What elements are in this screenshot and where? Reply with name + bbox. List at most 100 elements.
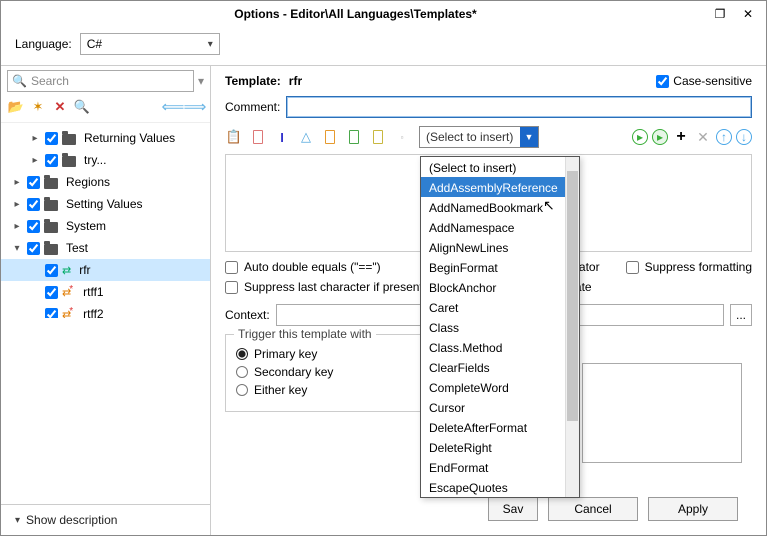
tree-folder[interactable]: ▸Setting Values <box>1 193 210 215</box>
nav-forward-icon[interactable]: ⟹ <box>186 98 204 116</box>
tree-folder[interactable]: ▸ try... <box>1 149 210 171</box>
dropdown-item[interactable]: EscapeQuotes <box>421 477 579 497</box>
find-icon[interactable]: 🔍 <box>73 98 91 116</box>
dropdown-item[interactable]: EndFormat <box>421 457 579 477</box>
tree-checkbox[interactable] <box>27 220 40 233</box>
maximize-button[interactable]: ❐ <box>708 5 732 23</box>
case-sensitive-label: Case-sensitive <box>673 74 752 88</box>
box-orange-icon[interactable] <box>321 128 339 146</box>
box-yellow-icon[interactable] <box>369 128 387 146</box>
insert-dropdown-popup[interactable]: (Select to insert)AddAssemblyReferenceAd… <box>420 156 580 498</box>
dropdown-item[interactable]: BlockAnchor <box>421 277 579 297</box>
dropdown-item[interactable]: AddAssemblyReference <box>421 177 579 197</box>
modified-star-icon: * <box>69 284 73 295</box>
trigger-primary-radio[interactable]: Primary key <box>236 347 414 361</box>
dropdown-item[interactable]: DeleteAfterFormat <box>421 417 579 437</box>
dropdown-item[interactable]: AlignNewLines <box>421 237 579 257</box>
dropdown-scrollbar[interactable] <box>565 157 579 497</box>
suppress-last-checkbox[interactable]: Suppress last character if present <box>225 280 423 294</box>
trigger-secondary-radio[interactable]: Secondary key <box>236 365 414 379</box>
folder-icon <box>44 200 58 211</box>
dropdown-item[interactable]: AddNamespace <box>421 217 579 237</box>
play-icon[interactable]: ▸ <box>652 129 668 145</box>
tree-checkbox[interactable] <box>45 154 58 167</box>
scrollbar-thumb[interactable] <box>567 171 578 421</box>
box-green-icon[interactable] <box>345 128 363 146</box>
tree-checkbox[interactable] <box>27 198 40 211</box>
dropdown-item[interactable]: Caret <box>421 297 579 317</box>
comment-input[interactable] <box>286 96 752 118</box>
dropdown-item[interactable]: ClearFields <box>421 357 579 377</box>
tree-folder[interactable]: ▸System <box>1 215 210 237</box>
move-up-icon[interactable]: ↑ <box>716 129 732 145</box>
dropdown-item[interactable]: Cursor <box>421 397 579 417</box>
window-title: Options - Editor\All Languages\Templates… <box>7 7 704 21</box>
triangle-icon[interactable]: △ <box>297 128 315 146</box>
wand-icon[interactable]: ✶ <box>29 98 47 116</box>
chevron-down-icon: ▾ <box>15 515 20 526</box>
text-icon[interactable] <box>249 128 267 146</box>
tree-checkbox[interactable] <box>45 132 58 145</box>
cursor-icon[interactable]: I <box>273 128 291 146</box>
tree-label: try... <box>84 153 106 167</box>
caret-right-icon[interactable]: ▸ <box>11 177 23 188</box>
search-input[interactable]: 🔍 Search <box>7 70 194 92</box>
tree-checkbox[interactable] <box>27 176 40 189</box>
tree-folder[interactable]: ▾ Test <box>1 237 210 259</box>
nav-back-icon[interactable]: ⟸ <box>164 98 182 116</box>
tree-checkbox[interactable] <box>27 242 40 255</box>
context-browse-button[interactable]: ... <box>730 304 752 326</box>
tree-checkbox[interactable] <box>45 264 58 277</box>
caret-right-icon[interactable]: ▸ <box>29 155 41 166</box>
plus-icon[interactable]: + <box>672 128 690 146</box>
caret-right-icon[interactable]: ▸ <box>11 221 23 232</box>
tree-folder[interactable]: ▸Regions <box>1 171 210 193</box>
close-button[interactable]: ✕ <box>736 5 760 23</box>
tree-checkbox[interactable] <box>45 286 58 299</box>
dropdown-item[interactable]: CompleteWord <box>421 377 579 397</box>
dropdown-item[interactable]: (Select to insert) <box>421 157 579 177</box>
folder-icon <box>44 178 58 189</box>
search-clear-icon[interactable]: ▾ <box>198 74 204 88</box>
dropdown-item[interactable]: DeleteRight <box>421 437 579 457</box>
cancel-button[interactable]: Cancel <box>548 497 638 521</box>
dropdown-item[interactable]: Class <box>421 317 579 337</box>
auto-equals-label: Auto double equals ("==") <box>244 260 381 274</box>
auto-equals-checkbox[interactable]: Auto double equals ("==") <box>225 260 423 274</box>
suppress-formatting-checkbox[interactable]: Suppress formatting <box>626 260 752 274</box>
language-select[interactable]: C# ▾ <box>80 33 220 55</box>
insert-combo-button[interactable]: ▼ <box>520 127 538 147</box>
dropdown-item[interactable]: BeginFormat <box>421 257 579 277</box>
tree-folder[interactable]: ▸Returning Values <box>1 127 210 149</box>
suppress-formatting-label: Suppress formatting <box>645 260 752 274</box>
show-description-toggle[interactable]: ▾ Show description <box>1 504 210 535</box>
trigger-either-radio[interactable]: Either key <box>236 383 414 397</box>
record-icon[interactable]: ▸ <box>632 129 648 145</box>
save-button[interactable]: Sav <box>488 497 538 521</box>
dropdown-item[interactable]: Class.Method <box>421 337 579 357</box>
case-sensitive-checkbox[interactable]: Case-sensitive <box>656 74 752 88</box>
caret-right-icon[interactable]: ▸ <box>29 133 41 144</box>
tree-checkbox[interactable] <box>45 308 58 318</box>
small-square-icon[interactable]: ▫ <box>393 128 411 146</box>
modified-star-icon: * <box>69 306 73 317</box>
insert-combo[interactable]: (Select to insert) ▼ <box>419 126 539 148</box>
folder-open-icon[interactable]: 📂 <box>7 98 25 116</box>
tree-item[interactable]: ⇄*rtff1 <box>1 281 210 303</box>
dependent-listbox[interactable] <box>582 363 742 463</box>
clipboard-icon[interactable]: 📋 <box>225 128 243 146</box>
tree-item[interactable]: ⇄*rtff2 <box>1 303 210 318</box>
template-leaf-icon: ⇄ <box>62 265 71 277</box>
dropdown-item[interactable]: AddNamedBookmark <box>421 197 579 217</box>
caret-down-icon[interactable]: ▾ <box>11 243 23 254</box>
move-down-icon[interactable]: ↓ <box>736 129 752 145</box>
tree-item[interactable]: ⇄rfr <box>1 259 210 281</box>
caret-right-icon[interactable]: ▸ <box>11 199 23 210</box>
remove-icon[interactable]: ✕ <box>694 128 712 146</box>
apply-button[interactable]: Apply <box>648 497 738 521</box>
tree-label: Test <box>66 241 88 255</box>
delete-icon[interactable]: ✕ <box>51 98 69 116</box>
template-tree[interactable]: ▸Returning Values▸try...▸Regions▸Setting… <box>1 123 210 318</box>
trigger-primary-label: Primary key <box>254 347 317 361</box>
template-label: Template: <box>225 74 281 88</box>
